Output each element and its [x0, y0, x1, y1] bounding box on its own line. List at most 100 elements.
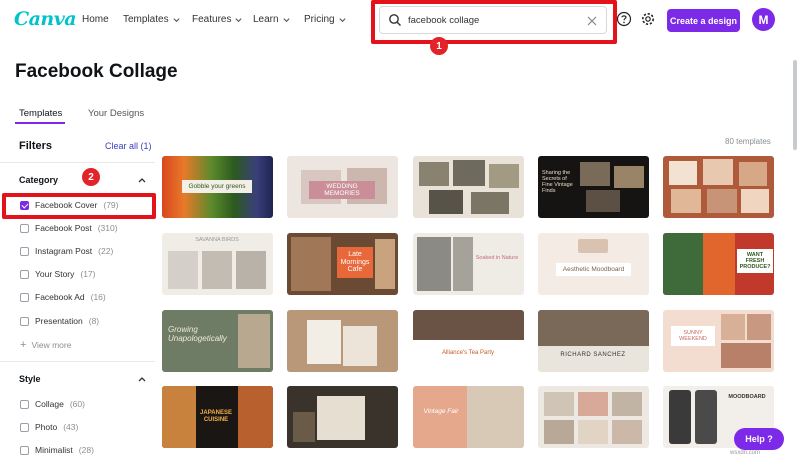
- photo-frame: [238, 314, 270, 368]
- help-button[interactable]: Help ?: [734, 428, 784, 450]
- template-tile[interactable]: JAPANESE CUISINE: [162, 386, 273, 448]
- photo-frame: [669, 161, 697, 185]
- template-tile[interactable]: SAVANNA BIRDS: [162, 233, 273, 295]
- photo-frame: [417, 237, 451, 291]
- style-heading: Style: [19, 374, 41, 384]
- template-tile[interactable]: WEDDING MEMORIES: [287, 156, 398, 218]
- template-tile[interactable]: [287, 386, 398, 448]
- filter-facebook-ad[interactable]: Facebook Ad (16): [20, 292, 106, 302]
- template-tile[interactable]: WANT FRESH PRODUCE?: [663, 233, 774, 295]
- filter-your-story[interactable]: Your Story (17): [20, 269, 96, 279]
- photo-frame: [695, 390, 717, 444]
- nav-pricing[interactable]: Pricing: [304, 14, 347, 25]
- scrollbar-thumb[interactable]: [793, 60, 797, 150]
- avatar[interactable]: M: [752, 8, 775, 31]
- template-tile[interactable]: Gobble your greens: [162, 156, 273, 218]
- nav-features[interactable]: Features: [192, 14, 243, 25]
- checkbox[interactable]: [20, 223, 29, 233]
- chevron-up-icon[interactable]: [137, 175, 147, 185]
- nav-templates-label: Templates: [123, 14, 169, 25]
- checkbox[interactable]: [20, 316, 29, 326]
- template-tile[interactable]: [413, 156, 524, 218]
- filter-facebook-cover[interactable]: Facebook Cover (79): [20, 200, 119, 210]
- photo-frame: [703, 159, 733, 185]
- chevron-down-icon: [282, 18, 290, 23]
- filter-count: (310): [97, 223, 118, 233]
- photo-frame: [614, 166, 644, 188]
- canva-logo[interactable]: Canva: [14, 8, 77, 30]
- clear-all-link[interactable]: Clear all (1): [105, 141, 152, 151]
- checkbox[interactable]: [20, 399, 29, 409]
- filter-count: (22): [98, 246, 114, 256]
- checkbox[interactable]: [20, 292, 29, 302]
- checkbox[interactable]: [20, 422, 29, 432]
- filter-count: (17): [80, 269, 96, 279]
- tile-caption: RICHARD SANCHEZ: [560, 352, 626, 358]
- tile-caption: Gobble your greens: [182, 180, 252, 194]
- filter-label: Photo: [35, 422, 58, 432]
- checkbox-checked[interactable]: [20, 200, 29, 210]
- filter-label: Your Story: [35, 269, 75, 279]
- template-tile[interactable]: Aesthetic Moodboard: [538, 233, 649, 295]
- template-tile[interactable]: Alliance's Tea Party: [413, 310, 524, 372]
- template-tile[interactable]: [538, 386, 649, 448]
- category-heading: Category: [19, 175, 59, 185]
- tile-caption: Soaked in Nature: [475, 255, 519, 261]
- nav-templates[interactable]: Templates: [123, 14, 181, 25]
- chevron-down-icon: [172, 18, 180, 23]
- photo-frame: [612, 420, 642, 444]
- template-tile[interactable]: Vintage Fair: [413, 386, 524, 448]
- template-tile[interactable]: Sharing the Secrets of Fine Vintage Find…: [538, 156, 649, 218]
- create-design-button[interactable]: Create a design: [667, 9, 740, 32]
- filter-instagram-post[interactable]: Instagram Post (22): [20, 246, 113, 256]
- tile-caption: Sharing the Secrets of Fine Vintage Find…: [542, 170, 573, 195]
- template-tile[interactable]: [287, 310, 398, 372]
- filter-label: Collage: [35, 399, 64, 409]
- template-tile[interactable]: RICHARD SANCHEZ: [538, 310, 649, 372]
- tile-caption: MOODBOARD: [728, 394, 766, 400]
- step-badge-2: 2: [82, 168, 100, 186]
- tile-caption: Growing Unapologetically: [168, 325, 227, 343]
- template-tile[interactable]: Late Mornings Cafe: [287, 233, 398, 295]
- checkbox[interactable]: [20, 269, 29, 279]
- filter-minimalist[interactable]: Minimalist (28): [20, 445, 94, 455]
- photo-frame: [747, 314, 771, 340]
- photo-frame: [721, 343, 771, 368]
- template-tile[interactable]: Growing Unapologetically: [162, 310, 273, 372]
- template-tile[interactable]: SUNNY WEEKEND: [663, 310, 774, 372]
- template-tile[interactable]: [663, 156, 774, 218]
- filter-presentation[interactable]: Presentation (8): [20, 316, 99, 326]
- filter-photo[interactable]: Photo (43): [20, 422, 78, 432]
- nav-home-label: Home: [82, 14, 109, 25]
- filter-label: Instagram Post: [35, 246, 93, 256]
- nav-home[interactable]: Home: [82, 14, 109, 25]
- divider: [0, 162, 155, 163]
- nav-learn[interactable]: Learn: [253, 14, 291, 25]
- gear-icon[interactable]: [640, 11, 656, 27]
- help-circle-icon[interactable]: [616, 11, 632, 27]
- filter-label: Facebook Ad: [35, 292, 85, 302]
- template-tile[interactable]: Soaked in Nature: [413, 233, 524, 295]
- photo-frame: [538, 310, 649, 346]
- tab-your-designs[interactable]: Your Designs: [88, 108, 144, 119]
- photo-frame: [471, 192, 509, 214]
- filter-facebook-post[interactable]: Facebook Post (310): [20, 223, 118, 233]
- photo-frame: [202, 251, 232, 289]
- tab-templates[interactable]: Templates: [19, 108, 62, 119]
- view-more-link[interactable]: + View more: [20, 339, 71, 351]
- photo-frame: [162, 386, 196, 448]
- nav-pricing-label: Pricing: [304, 14, 335, 25]
- chevron-up-icon[interactable]: [137, 374, 147, 384]
- template-count: 80 templates: [725, 137, 771, 146]
- tile-caption: Aesthetic Moodboard: [556, 263, 631, 277]
- filter-count: (79): [103, 200, 119, 210]
- step-badge-1: 1: [430, 37, 448, 55]
- checkbox[interactable]: [20, 246, 29, 256]
- checkbox[interactable]: [20, 445, 29, 455]
- nav-learn-label: Learn: [253, 14, 279, 25]
- photo-frame: [578, 420, 608, 444]
- photo-frame: [671, 189, 701, 213]
- filter-collage[interactable]: Collage (60): [20, 399, 85, 409]
- filters-heading: Filters: [19, 140, 53, 152]
- filter-label: Facebook Post: [35, 223, 92, 233]
